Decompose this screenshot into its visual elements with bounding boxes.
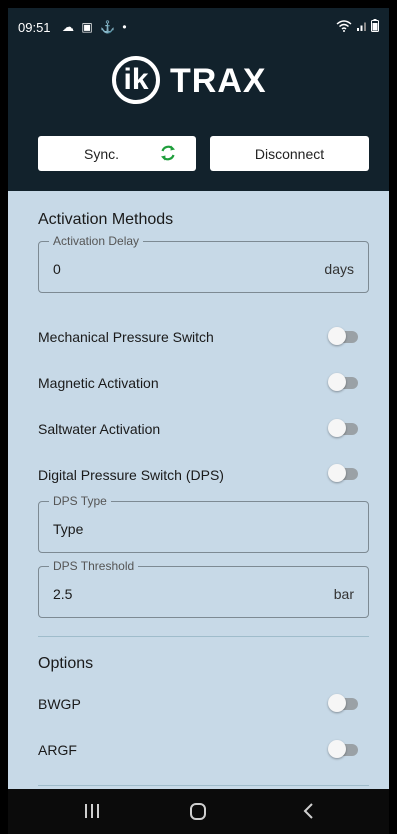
sync-icon	[161, 145, 175, 161]
battery-icon	[371, 19, 379, 32]
toggle-thumb	[328, 464, 346, 482]
dps-threshold-value: 2.5	[53, 586, 73, 602]
cloud-icon: ☁	[62, 20, 76, 34]
activation-methods-title: Activation Methods	[38, 211, 174, 228]
back-button[interactable]	[278, 789, 338, 834]
mechanical-pressure-switch-toggle[interactable]	[328, 327, 358, 345]
mechanical-pressure-switch-label: Mechanical Pressure Switch	[38, 329, 214, 345]
dps-toggle[interactable]	[328, 464, 358, 482]
brand-name: TRAX	[170, 62, 267, 100]
section-divider	[38, 785, 369, 786]
dps-type-value: Type	[53, 521, 84, 537]
wifi-icon	[336, 20, 352, 32]
toggle-thumb	[328, 740, 346, 758]
disconnect-button-label: Disconnect	[254, 146, 325, 162]
sync-button[interactable]: Sync.	[38, 136, 196, 171]
recent-apps-button[interactable]	[62, 789, 122, 834]
argf-toggle[interactable]	[328, 740, 358, 758]
toggle-thumb	[328, 373, 346, 391]
status-notification-icons: ☁ ▣ ⚓ •	[62, 20, 129, 34]
toggle-thumb	[328, 419, 346, 437]
activation-delay-label: Activation Delay	[49, 234, 144, 248]
brand-mark: ik	[112, 56, 160, 104]
disconnect-button[interactable]: Disconnect	[210, 136, 369, 171]
system-nav-bar	[8, 789, 389, 834]
dps-threshold-label: DPS Threshold	[49, 559, 139, 573]
status-bar: 09:51 ☁ ▣ ⚓ •	[8, 8, 389, 44]
image-icon: ▣	[81, 20, 95, 34]
dps-threshold-field[interactable]: DPS Threshold 2.5 bar	[38, 559, 369, 618]
recent-apps-icon	[85, 804, 99, 818]
signal-icon	[356, 22, 366, 31]
usb-icon: ⚓	[100, 20, 117, 34]
status-system-icons	[336, 19, 379, 35]
brand-logo: ik TRAX	[112, 56, 302, 108]
dot-icon: •	[122, 20, 129, 34]
bwgp-label: BWGP	[38, 696, 81, 712]
phone-frame: 09:51 ☁ ▣ ⚓ • ik TRAX Sync. Disconnect A…	[0, 0, 397, 834]
toggle-thumb	[328, 327, 346, 345]
magnetic-activation-toggle[interactable]	[328, 373, 358, 391]
options-title: Options	[38, 655, 94, 672]
bwgp-toggle[interactable]	[328, 694, 358, 712]
activation-delay-unit: days	[324, 261, 354, 277]
toggle-thumb	[328, 694, 346, 712]
status-time: 09:51	[18, 20, 51, 35]
home-button[interactable]	[168, 789, 228, 834]
sync-button-label: Sync.	[84, 146, 120, 162]
magnetic-activation-label: Magnetic Activation	[38, 375, 159, 391]
argf-label: ARGF	[38, 742, 77, 758]
app-header: 09:51 ☁ ▣ ⚓ • ik TRAX Sync. Disconnect	[8, 8, 389, 191]
home-icon	[190, 803, 206, 820]
app-screen: 09:51 ☁ ▣ ⚓ • ik TRAX Sync. Disconnect A…	[8, 8, 389, 834]
activation-delay-value: 0	[53, 261, 61, 277]
saltwater-activation-toggle[interactable]	[328, 419, 358, 437]
dps-label: Digital Pressure Switch (DPS)	[38, 467, 224, 483]
saltwater-activation-label: Saltwater Activation	[38, 421, 161, 437]
dps-threshold-unit: bar	[333, 586, 354, 602]
dps-type-label: DPS Type	[49, 494, 111, 508]
back-icon	[303, 803, 313, 819]
settings-content[interactable]: Activation Methods Activation Delay 0 da…	[8, 191, 389, 789]
section-divider	[38, 636, 369, 637]
activation-delay-field[interactable]: Activation Delay 0 days	[38, 234, 369, 293]
dps-type-field[interactable]: DPS Type Type	[38, 494, 369, 553]
